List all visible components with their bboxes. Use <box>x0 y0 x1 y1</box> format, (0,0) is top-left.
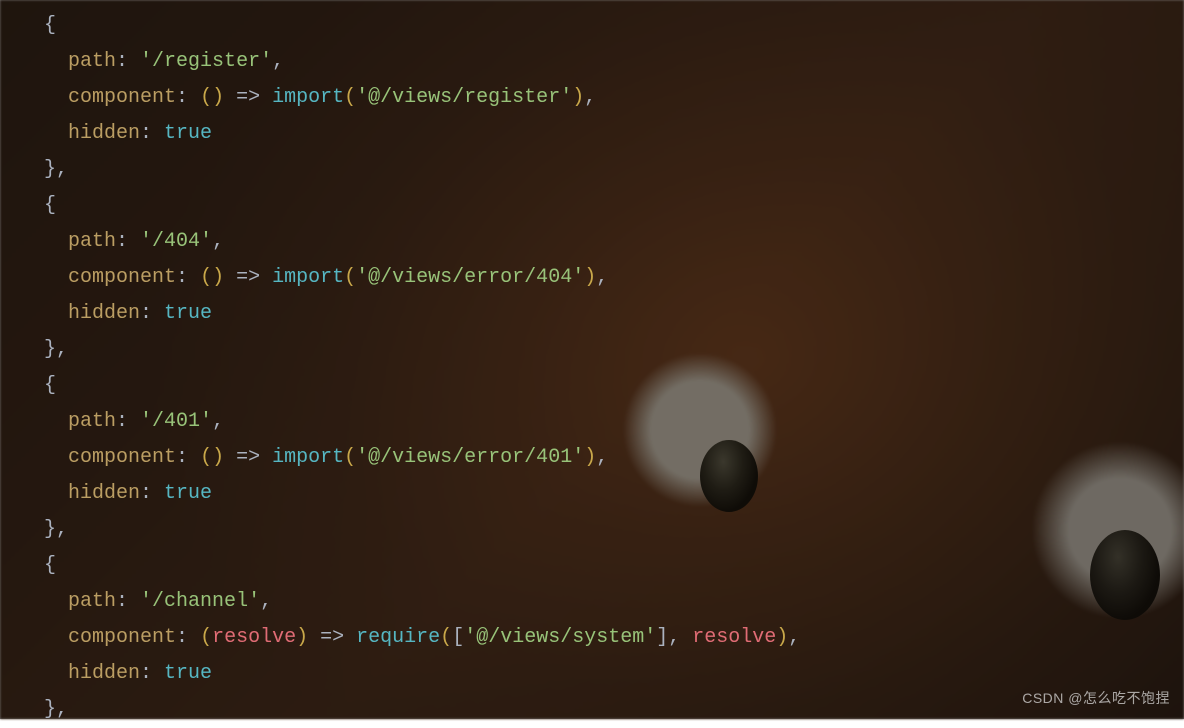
param-resolve: resolve <box>692 626 776 649</box>
arrow-params: () <box>200 86 224 109</box>
paren-close: ) <box>584 266 596 289</box>
arrow: => <box>320 626 344 649</box>
paren-close: ) <box>296 626 308 649</box>
brace-open: { <box>44 554 56 577</box>
comma: , <box>260 590 272 613</box>
comma: , <box>56 338 68 361</box>
colon: : <box>140 662 164 685</box>
bool-true: true <box>164 662 212 685</box>
bracket-close: ] <box>656 626 668 649</box>
import-call: import <box>272 86 344 109</box>
code-block: { path: '/register', component: () => im… <box>0 0 1184 728</box>
key-component: component <box>68 266 176 289</box>
comma: , <box>56 518 68 541</box>
string-arg: '@/views/error/404' <box>356 266 584 289</box>
comma: , <box>56 698 68 721</box>
paren-close: ) <box>572 86 584 109</box>
paren-close: ) <box>584 446 596 469</box>
brace-close: } <box>44 338 56 361</box>
arrow: => <box>236 266 260 289</box>
brace-close: } <box>44 698 56 721</box>
arrow-params: () <box>200 266 224 289</box>
key-path: path <box>68 230 116 253</box>
colon: : <box>176 266 200 289</box>
brace-close: } <box>44 518 56 541</box>
key-path: path <box>68 50 116 73</box>
colon: : <box>116 590 140 613</box>
paren-open: ( <box>344 86 356 109</box>
colon: : <box>140 122 164 145</box>
colon: : <box>176 86 200 109</box>
colon: : <box>176 626 200 649</box>
key-component: component <box>68 86 176 109</box>
comma: , <box>56 158 68 181</box>
string-path: '/401' <box>140 410 212 433</box>
string-arg: '@/views/error/401' <box>356 446 584 469</box>
paren-close: ) <box>776 626 788 649</box>
brace-open: { <box>44 374 56 397</box>
key-hidden: hidden <box>68 302 140 325</box>
key-component: component <box>68 446 176 469</box>
string-path: '/channel' <box>140 590 260 613</box>
colon: : <box>176 446 200 469</box>
comma: , <box>584 86 596 109</box>
key-hidden: hidden <box>68 482 140 505</box>
watermark-text: CSDN @怎么吃不饱捏 <box>1022 686 1170 711</box>
key-component: component <box>68 626 176 649</box>
comma: , <box>212 230 224 253</box>
colon: : <box>140 482 164 505</box>
paren-open: ( <box>200 626 212 649</box>
require-call: require <box>356 626 440 649</box>
import-call: import <box>272 446 344 469</box>
import-call: import <box>272 266 344 289</box>
arrow: => <box>236 446 260 469</box>
colon: : <box>116 410 140 433</box>
string-path: '/register' <box>140 50 272 73</box>
bool-true: true <box>164 122 212 145</box>
comma: , <box>272 50 284 73</box>
paren-open: ( <box>344 446 356 469</box>
comma: , <box>596 446 608 469</box>
paren-open: ( <box>440 626 452 649</box>
comma: , <box>596 266 608 289</box>
key-hidden: hidden <box>68 662 140 685</box>
string-arg: '@/views/register' <box>356 86 572 109</box>
key-path: path <box>68 410 116 433</box>
paren-open: ( <box>344 266 356 289</box>
string-arg: '@/views/system' <box>464 626 656 649</box>
colon: : <box>116 230 140 253</box>
comma: , <box>668 626 692 649</box>
colon: : <box>116 50 140 73</box>
brace-close: } <box>44 158 56 181</box>
param-resolve: resolve <box>212 626 296 649</box>
bool-true: true <box>164 482 212 505</box>
bool-true: true <box>164 302 212 325</box>
key-path: path <box>68 590 116 613</box>
brace-open: { <box>44 14 56 37</box>
colon: : <box>140 302 164 325</box>
string-path: '/404' <box>140 230 212 253</box>
brace-open: { <box>44 194 56 217</box>
key-hidden: hidden <box>68 122 140 145</box>
arrow: => <box>236 86 260 109</box>
comma: , <box>212 410 224 433</box>
bracket-open: [ <box>452 626 464 649</box>
arrow-params: () <box>200 446 224 469</box>
comma: , <box>788 626 800 649</box>
